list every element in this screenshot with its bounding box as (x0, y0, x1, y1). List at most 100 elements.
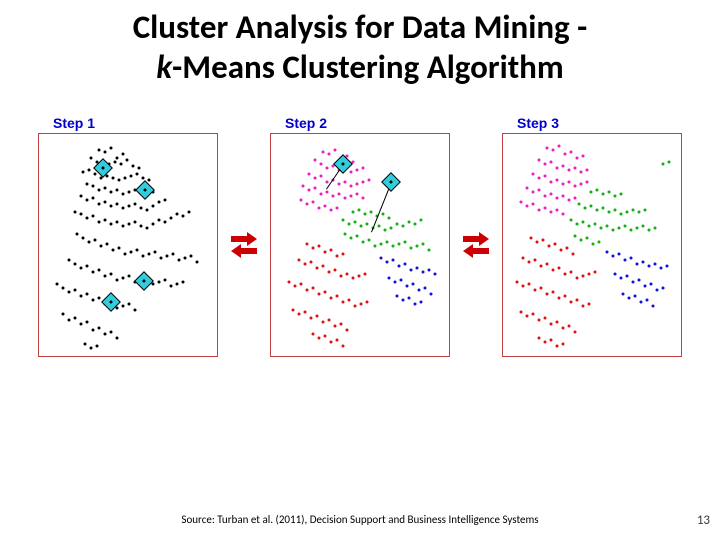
data-point (644, 209, 647, 212)
data-point (552, 149, 555, 152)
data-point (112, 249, 115, 252)
data-point (86, 265, 89, 268)
data-point (184, 257, 187, 260)
data-point (330, 341, 333, 344)
data-point (134, 221, 137, 224)
data-point (182, 215, 185, 218)
data-point (562, 183, 565, 186)
data-point (140, 207, 143, 210)
data-point (368, 179, 371, 182)
data-point (560, 249, 563, 252)
data-point (110, 331, 113, 334)
data-point (540, 287, 543, 290)
data-point (618, 253, 621, 256)
data-point (632, 209, 635, 212)
data-point (92, 299, 95, 302)
data-point (598, 241, 601, 244)
data-point (624, 259, 627, 262)
data-point (110, 147, 113, 150)
data-point (112, 177, 115, 180)
data-point (576, 223, 579, 226)
data-point (386, 261, 389, 264)
data-point (648, 229, 651, 232)
data-point (360, 303, 363, 306)
data-point (148, 253, 151, 256)
data-point (104, 275, 107, 278)
data-point (344, 233, 347, 236)
data-point (148, 179, 151, 182)
data-point (576, 299, 579, 302)
data-point (572, 253, 575, 256)
data-point (164, 221, 167, 224)
data-point (614, 195, 617, 198)
data-point (330, 209, 333, 212)
data-point (152, 283, 155, 286)
data-point (342, 219, 345, 222)
data-point (348, 299, 351, 302)
data-point (318, 337, 321, 340)
data-point (326, 191, 329, 194)
data-point (388, 217, 391, 220)
data-point (338, 193, 341, 196)
data-point (602, 193, 605, 196)
data-point (176, 283, 179, 286)
data-point (146, 227, 149, 230)
data-point (170, 217, 173, 220)
data-point (588, 303, 591, 306)
data-point (544, 163, 547, 166)
data-point (308, 173, 311, 176)
source-citation: Source: Turban et al. (2011), Decision S… (0, 513, 720, 526)
data-point (620, 277, 623, 280)
data-point (434, 273, 437, 276)
data-point (128, 275, 131, 278)
data-point (104, 333, 107, 336)
data-point (122, 207, 125, 210)
data-point (368, 239, 371, 242)
data-point (116, 279, 119, 282)
data-point (188, 211, 191, 214)
data-point (350, 171, 353, 174)
data-point (562, 213, 565, 216)
data-point (558, 145, 561, 148)
data-point (348, 223, 351, 226)
data-point (362, 197, 365, 200)
data-point (98, 297, 101, 300)
data-point (550, 161, 553, 164)
data-point (152, 205, 155, 208)
data-point (132, 165, 135, 168)
data-point (550, 193, 553, 196)
data-point (546, 263, 549, 266)
data-point (128, 191, 131, 194)
centroid-marker (135, 180, 155, 200)
data-point (366, 223, 369, 226)
data-point (374, 245, 377, 248)
data-point (650, 283, 653, 286)
data-point (318, 293, 321, 296)
data-point (390, 227, 393, 230)
data-point (356, 193, 359, 196)
data-point (312, 333, 315, 336)
data-point (336, 255, 339, 258)
data-point (358, 209, 361, 212)
data-point (556, 209, 559, 212)
data-point (634, 295, 637, 298)
data-point (134, 309, 137, 312)
data-point (310, 261, 313, 264)
data-point (542, 239, 545, 242)
step-2-label: Step 2 (285, 115, 463, 131)
page-number: 13 (697, 513, 710, 528)
data-point (116, 203, 119, 206)
data-point (642, 225, 645, 228)
data-point (590, 191, 593, 194)
data-point (122, 277, 125, 280)
data-point (86, 217, 89, 220)
data-point (520, 311, 523, 314)
data-point (582, 155, 585, 158)
data-point (146, 209, 149, 212)
data-point (142, 255, 145, 258)
data-point (574, 197, 577, 200)
data-point (578, 203, 581, 206)
data-point (322, 151, 325, 154)
data-point (408, 297, 411, 300)
data-point (516, 281, 519, 284)
